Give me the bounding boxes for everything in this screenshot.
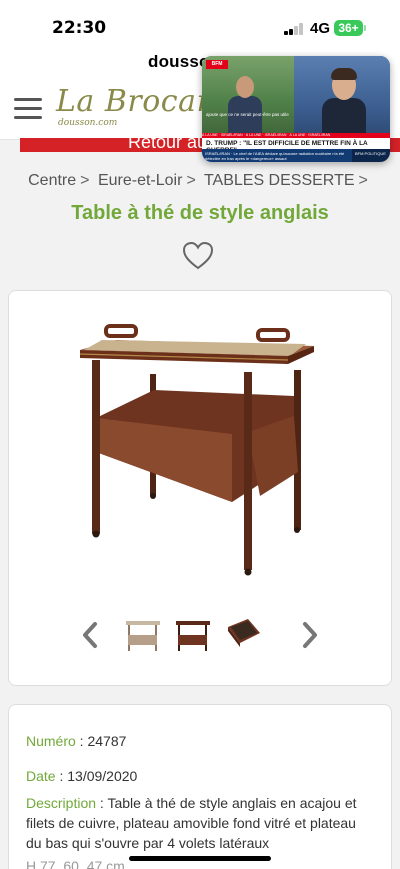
product-main-photo[interactable] (62, 312, 330, 588)
date-value: 13/09/2020 (67, 768, 138, 784)
status-time: 22:30 (52, 18, 107, 38)
breadcrumb-item-eure-et-loir[interactable]: Eure-et-Loir (98, 172, 182, 189)
breadcrumb-item-centre[interactable]: Centre (28, 172, 76, 189)
breadcrumb-separator: > (186, 172, 196, 189)
detail-description: Description : Table à thé de style angla… (26, 795, 357, 851)
detail-dimensions: H 77, 60, 47 cm (26, 858, 125, 869)
video-headline-band: D. TRUMP : "IL EST DIFFICILE DE METTRE F… (202, 138, 390, 162)
gallery-thumbnail-2[interactable] (172, 611, 214, 657)
video-subtitle: ajoute que ce ne serait peut-être pas ut… (206, 112, 289, 117)
detail-numero: Numéro : 24787 (26, 733, 127, 749)
detail-date: Date : 13/09/2020 (26, 768, 138, 784)
video-subline: ISRAËL/IRAN · Le chef de l'AIEA déclare … (202, 149, 352, 162)
chevron-right-icon[interactable] (298, 620, 322, 650)
description-label: Description (26, 795, 97, 811)
date-label: Date (26, 768, 56, 784)
channel-logo: BFM (206, 60, 228, 69)
battery-icon: 36+ (334, 20, 363, 36)
battery-cap (364, 25, 366, 31)
numero-label: Numéro (26, 733, 76, 749)
menu-icon[interactable] (14, 98, 42, 120)
home-indicator[interactable] (129, 856, 271, 861)
site-logo-subtitle: dousson.com (58, 118, 118, 128)
network-label: 4G (310, 20, 331, 37)
status-bar: 22:30 4G 36+ (0, 0, 400, 52)
signal-icon (284, 23, 304, 35)
favorite-heart-icon[interactable] (181, 240, 215, 272)
gallery-thumbnail-1[interactable] (122, 611, 164, 657)
video-corner-label: BFM POLITIQUE (352, 149, 390, 162)
numero-value: 24787 (87, 733, 127, 749)
gallery-thumbnail-3[interactable] (222, 611, 264, 657)
product-title: Table à thé de style anglais (71, 202, 329, 224)
breadcrumb-separator: > (80, 172, 90, 189)
retour-label: Retour au (128, 138, 208, 152)
chevron-left-icon[interactable] (78, 620, 102, 650)
video-overlay[interactable]: BFM ajoute que ce ne serait peut-être pa… (202, 56, 390, 162)
breadcrumb-separator: > (358, 172, 368, 189)
url-text[interactable]: dousso (148, 52, 210, 72)
breadcrumb: Centre > Eure-et-Loir > TABLES DESSERTE > (0, 172, 400, 190)
breadcrumb-item-tables-desserte[interactable]: TABLES DESSERTE (204, 172, 355, 189)
